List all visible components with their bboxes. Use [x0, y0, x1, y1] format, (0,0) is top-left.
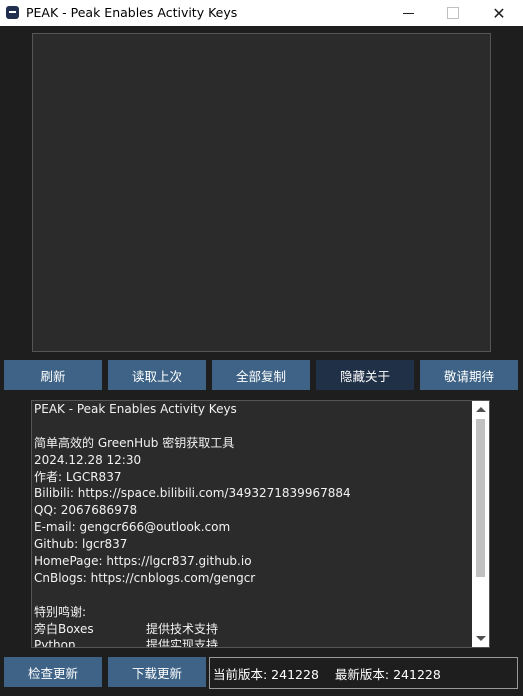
- about-line: Bilibili: https://space.bilibili.com/349…: [34, 486, 351, 501]
- about-line: 简单高效的 GreenHub 密钥获取工具: [34, 435, 235, 450]
- refresh-button[interactable]: 刷新: [4, 360, 102, 390]
- scroll-up-icon[interactable]: [476, 407, 486, 412]
- about-textbox[interactable]: PEAK - Peak Enables Activity Keys 简单高效的 …: [31, 400, 490, 648]
- thanks-row: Python 提供实现支持: [34, 637, 472, 648]
- thanks-name: 旁白Boxes: [34, 621, 94, 636]
- scroll-thumb[interactable]: [476, 419, 485, 577]
- coming-soon-button[interactable]: 敬请期待: [420, 360, 518, 390]
- thanks-row: 旁白Boxes 提供技术支持: [34, 621, 472, 638]
- minimize-button[interactable]: [385, 0, 431, 26]
- title-bar: PEAK - Peak Enables Activity Keys ✕: [0, 0, 523, 26]
- about-line: Github: lgcr837: [34, 537, 128, 552]
- thanks-role: 提供实现支持: [146, 638, 219, 648]
- thanks-role: 提供技术支持: [146, 621, 219, 636]
- about-line: PEAK - Peak Enables Activity Keys: [34, 402, 237, 416]
- version-info: 当前版本: 241228 最新版本: 241228: [209, 657, 518, 689]
- maximize-icon: [447, 7, 459, 19]
- current-version: 当前版本: 241228: [213, 666, 319, 682]
- close-icon: ✕: [492, 3, 506, 23]
- about-line: HomePage: https://lgcr837.github.io: [34, 554, 252, 569]
- key-display-area[interactable]: [32, 33, 491, 352]
- app-icon: [6, 6, 19, 19]
- window-title: PEAK - Peak Enables Activity Keys: [26, 5, 238, 20]
- read-last-button[interactable]: 读取上次: [108, 360, 206, 390]
- maximize-button[interactable]: [430, 0, 476, 26]
- copy-all-button[interactable]: 全部复制: [212, 360, 310, 390]
- about-line: [34, 418, 472, 435]
- download-update-button[interactable]: 下载更新: [108, 657, 206, 687]
- hide-about-button[interactable]: 隐藏关于: [316, 360, 414, 390]
- minimize-icon: [402, 12, 414, 14]
- vertical-scrollbar[interactable]: [472, 401, 489, 647]
- check-update-button[interactable]: 检查更新: [4, 657, 102, 687]
- about-line: 特别鸣谢:: [34, 604, 87, 619]
- latest-version: 最新版本: 241228: [334, 666, 441, 682]
- about-line: E-mail: gengcr666@outlook.com: [34, 520, 231, 535]
- thanks-name: Python: [34, 638, 76, 648]
- about-line: CnBlogs: https://cnblogs.com/gengcr: [34, 570, 256, 585]
- about-line: QQ: 2067686978: [34, 503, 138, 518]
- about-text: PEAK - Peak Enables Activity Keys 简单高效的 …: [34, 401, 472, 648]
- about-line: 2024.12.28 12:30: [34, 452, 142, 467]
- about-line: [34, 587, 472, 604]
- scroll-down-icon[interactable]: [476, 636, 486, 641]
- about-line: 作者: LGCR837: [34, 469, 122, 484]
- close-button[interactable]: ✕: [476, 0, 522, 26]
